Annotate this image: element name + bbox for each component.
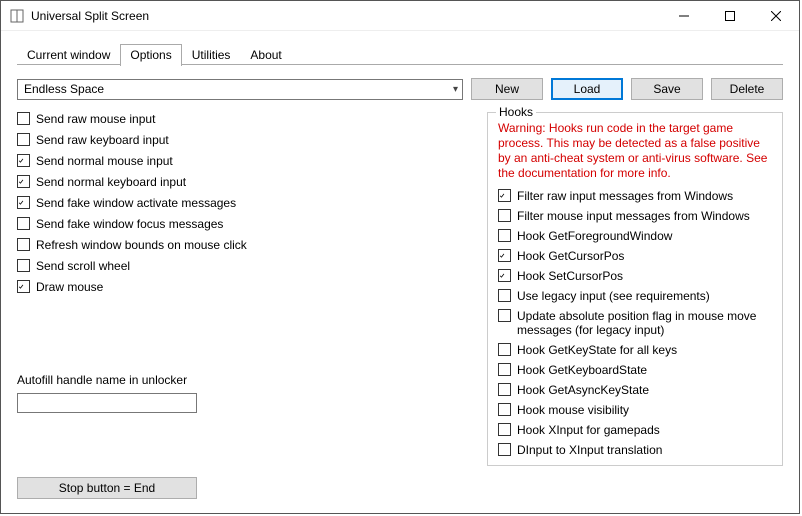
left-option-label: Send normal keyboard input — [36, 175, 186, 189]
hook-option-label: Hook SetCursorPos — [517, 269, 623, 283]
left-option-label: Send normal mouse input — [36, 154, 173, 168]
left-option-label: Send fake window focus messages — [36, 217, 223, 231]
hook-option-row: Hook GetKeyState for all keys — [498, 343, 772, 357]
preset-row: Endless Space ▾ New Load Save Delete — [17, 78, 783, 100]
hook-option-row: Update absolute position flag in mouse m… — [498, 309, 772, 337]
hook-option-row: Hook GetAsyncKeyState — [498, 383, 772, 397]
hook-option-checkbox[interactable] — [498, 423, 511, 436]
hooks-warning: Warning: Hooks run code in the target ga… — [498, 121, 772, 181]
hook-option-label: DInput to XInput translation — [517, 443, 662, 457]
tab-current-window[interactable]: Current window — [17, 44, 120, 66]
preset-selected-value: Endless Space — [24, 82, 104, 96]
autofill-label: Autofill handle name in unlocker — [17, 373, 477, 387]
hook-option-label: Hook GetCursorPos — [517, 249, 624, 263]
tab-utilities[interactable]: Utilities — [182, 44, 241, 66]
hook-option-row: Use legacy input (see requirements) — [498, 289, 772, 303]
autofill-input[interactable] — [17, 393, 197, 413]
left-option-row: Draw mouse — [17, 280, 477, 294]
hook-option-checkbox[interactable] — [498, 383, 511, 396]
stop-button[interactable]: Stop button = End — [17, 477, 197, 499]
hook-option-checkbox[interactable] — [498, 363, 511, 376]
app-icon — [9, 8, 25, 24]
hook-option-label: Filter raw input messages from Windows — [517, 189, 733, 203]
tab-content-options: Endless Space ▾ New Load Save Delete Sen… — [1, 66, 799, 513]
left-option-row: Send fake window activate messages — [17, 196, 477, 210]
app-window: Universal Split Screen Current windowOpt… — [0, 0, 800, 514]
left-option-checkbox[interactable] — [17, 217, 30, 230]
window-title: Universal Split Screen — [31, 9, 149, 23]
delete-button[interactable]: Delete — [711, 78, 783, 100]
left-option-label: Send scroll wheel — [36, 259, 130, 273]
hook-option-row: DInput to XInput translation — [498, 443, 772, 457]
tabstrip: Current windowOptionsUtilitiesAbout — [1, 31, 799, 65]
left-option-row: Send fake window focus messages — [17, 217, 477, 231]
left-option-checkbox[interactable] — [17, 175, 30, 188]
hooks-groupbox: Hooks Warning: Hooks run code in the tar… — [487, 112, 783, 466]
save-button[interactable]: Save — [631, 78, 703, 100]
hook-option-label: Hook mouse visibility — [517, 403, 629, 417]
hook-option-row: Hook GetCursorPos — [498, 249, 772, 263]
hook-option-checkbox[interactable] — [498, 229, 511, 242]
hook-option-checkbox[interactable] — [498, 343, 511, 356]
chevron-down-icon: ▾ — [453, 84, 458, 95]
hook-option-label: Filter mouse input messages from Windows — [517, 209, 750, 223]
hook-option-label: Use legacy input (see requirements) — [517, 289, 710, 303]
hook-option-checkbox[interactable] — [498, 289, 511, 302]
maximize-button[interactable] — [707, 1, 753, 30]
window-controls — [661, 1, 799, 30]
hook-option-checkbox[interactable] — [498, 249, 511, 262]
left-option-label: Send raw mouse input — [36, 112, 155, 126]
left-option-checkbox[interactable] — [17, 133, 30, 146]
hook-option-checkbox[interactable] — [498, 443, 511, 456]
minimize-button[interactable] — [661, 1, 707, 30]
close-button[interactable] — [753, 1, 799, 30]
load-button[interactable]: Load — [551, 78, 623, 100]
hook-option-checkbox[interactable] — [498, 269, 511, 282]
hook-option-label: Hook GetKeyState for all keys — [517, 343, 677, 357]
left-option-checkbox[interactable] — [17, 112, 30, 125]
left-option-row: Refresh window bounds on mouse click — [17, 238, 477, 252]
new-button[interactable]: New — [471, 78, 543, 100]
left-option-row: Send normal mouse input — [17, 154, 477, 168]
left-option-checkbox[interactable] — [17, 259, 30, 272]
hook-option-checkbox[interactable] — [498, 309, 511, 322]
left-option-row: Send raw mouse input — [17, 112, 477, 126]
left-option-row: Send normal keyboard input — [17, 175, 477, 189]
hooks-list: Filter raw input messages from Windows Fi… — [498, 189, 772, 457]
hook-option-label: Update absolute position flag in mouse m… — [517, 309, 772, 337]
hook-option-label: Hook XInput for gamepads — [517, 423, 660, 437]
left-option-label: Draw mouse — [36, 280, 103, 294]
tab-options[interactable]: Options — [120, 44, 181, 66]
hook-option-checkbox[interactable] — [498, 209, 511, 222]
left-option-checkbox[interactable] — [17, 154, 30, 167]
hook-option-checkbox[interactable] — [498, 189, 511, 202]
hook-option-row: Hook SetCursorPos — [498, 269, 772, 283]
titlebar: Universal Split Screen — [1, 1, 799, 31]
hook-option-row: Filter raw input messages from Windows — [498, 189, 772, 203]
left-option-label: Send raw keyboard input — [36, 133, 169, 147]
hook-option-row: Hook mouse visibility — [498, 403, 772, 417]
hook-option-label: Hook GetAsyncKeyState — [517, 383, 649, 397]
left-option-label: Send fake window activate messages — [36, 196, 236, 210]
tab-about[interactable]: About — [240, 44, 291, 66]
hook-option-row: Filter mouse input messages from Windows — [498, 209, 772, 223]
hook-option-checkbox[interactable] — [498, 403, 511, 416]
left-option-checkbox[interactable] — [17, 280, 30, 293]
hooks-group-label: Hooks — [496, 105, 536, 119]
left-option-checkbox[interactable] — [17, 196, 30, 209]
hook-option-label: Hook GetForegroundWindow — [517, 229, 672, 243]
left-option-row: Send raw keyboard input — [17, 133, 477, 147]
hook-option-row: Hook GetForegroundWindow — [498, 229, 772, 243]
left-option-row: Send scroll wheel — [17, 259, 477, 273]
left-option-label: Refresh window bounds on mouse click — [36, 238, 247, 252]
left-options-list: Send raw mouse input Send raw keyboard in… — [17, 112, 477, 294]
left-option-checkbox[interactable] — [17, 238, 30, 251]
preset-select[interactable]: Endless Space ▾ — [17, 79, 463, 100]
hook-option-row: Hook GetKeyboardState — [498, 363, 772, 377]
hook-option-row: Hook XInput for gamepads — [498, 423, 772, 437]
hook-option-label: Hook GetKeyboardState — [517, 363, 647, 377]
